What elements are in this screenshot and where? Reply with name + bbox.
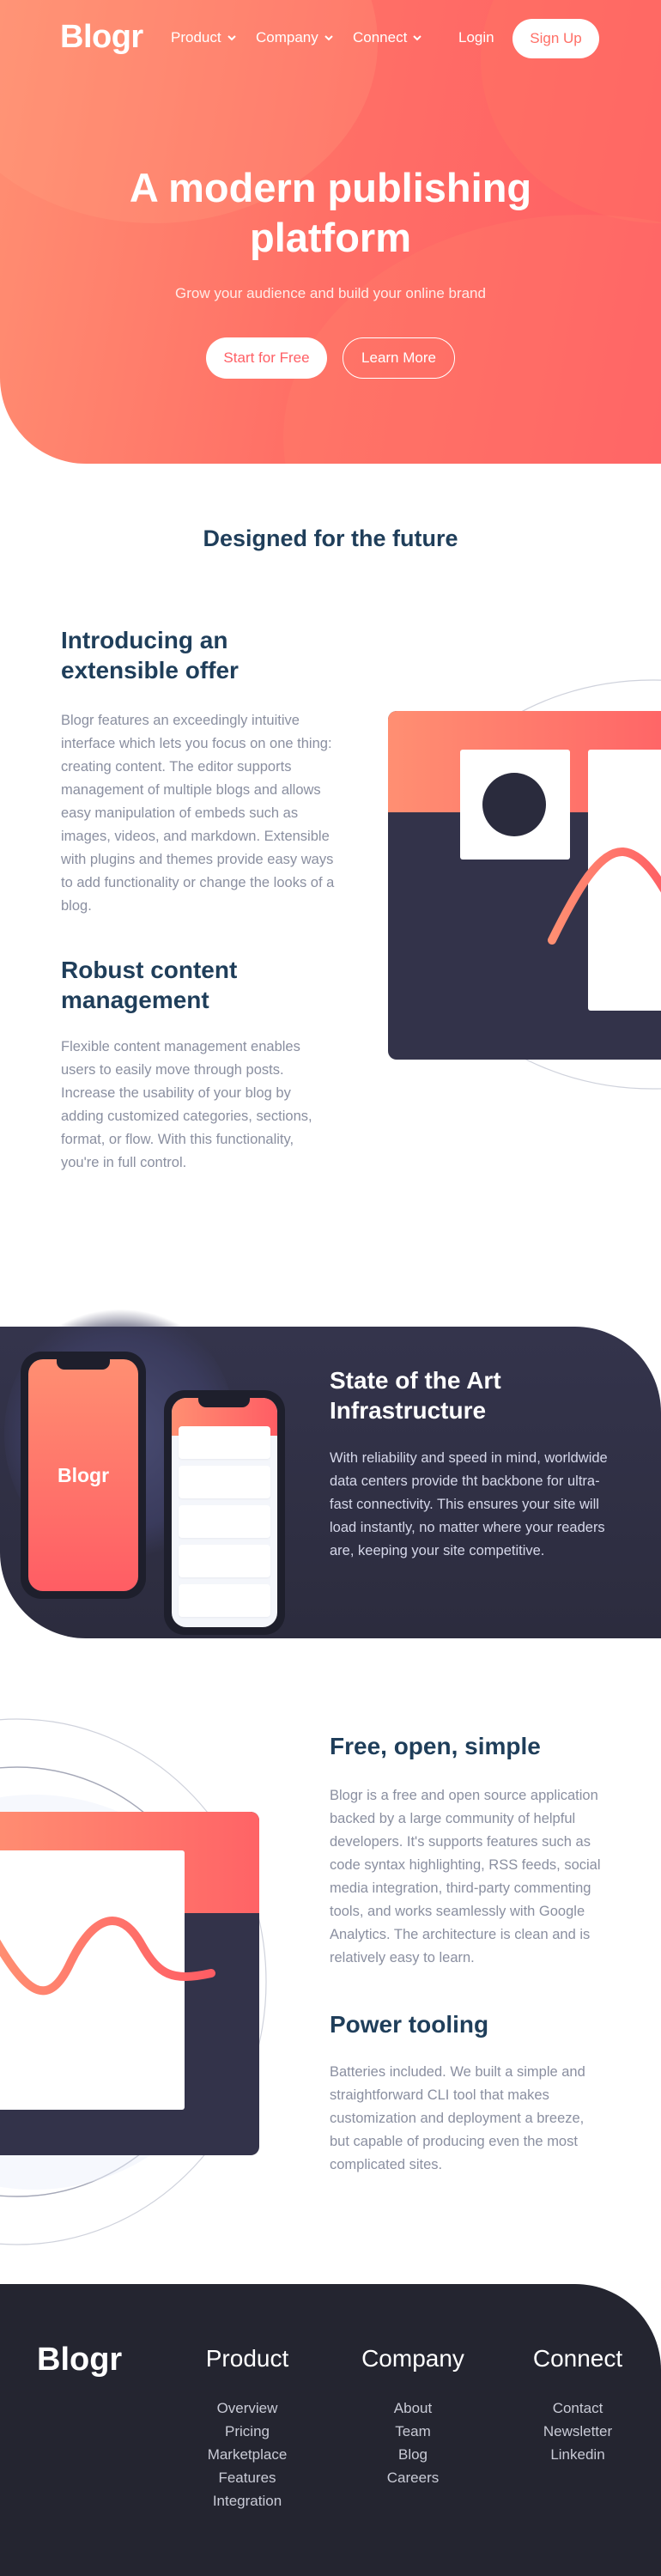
footer-logo[interactable]: Blogr xyxy=(37,2342,122,2379)
footer-link[interactable]: Linkedin xyxy=(500,2443,655,2466)
footer-column-product: Product Overview Pricing Marketplace Fea… xyxy=(170,2345,324,2512)
feature-heading-line: management xyxy=(61,987,209,1013)
nav-item-product[interactable]: Product xyxy=(171,29,237,46)
chevron-down-icon xyxy=(413,35,422,41)
phone-notch xyxy=(57,1359,110,1370)
nav-item-label: Company xyxy=(256,29,318,46)
login-link[interactable]: Login xyxy=(458,29,494,46)
footer-link[interactable]: Overview xyxy=(170,2397,324,2420)
footer-link[interactable]: Careers xyxy=(336,2466,490,2489)
hero-section: Blogr Product Company Connect Login Sign… xyxy=(0,0,661,464)
learn-more-button[interactable]: Learn More xyxy=(343,337,455,379)
phone-notch xyxy=(198,1398,250,1407)
phone-mockup-front: Blogr xyxy=(21,1352,146,1599)
phone-card xyxy=(179,1505,270,1538)
main-nav: Blogr Product Company Connect Login Sign… xyxy=(0,0,661,77)
footer: Blogr Product Overview Pricing Marketpla… xyxy=(0,2284,661,2576)
footer-link[interactable]: Team xyxy=(336,2420,490,2443)
nav-item-label: Connect xyxy=(353,29,408,46)
hero-title: A modern publishing platform xyxy=(0,163,661,263)
phone-card xyxy=(179,1545,270,1577)
infrastructure-heading-line: Infrastructure xyxy=(330,1397,487,1424)
laptop-illustration-graphic xyxy=(0,1718,267,2245)
footer-column-title: Connect xyxy=(532,2345,623,2372)
signup-button[interactable]: Sign Up xyxy=(512,19,599,58)
feature-text: Batteries included. We built a simple an… xyxy=(330,2064,585,2172)
feature-heading: Power tooling xyxy=(330,2011,489,2038)
footer-link[interactable]: Marketplace xyxy=(170,2443,324,2466)
nav-item-company[interactable]: Company xyxy=(256,29,334,46)
feature-text: Flexible content management enables user… xyxy=(61,1039,312,1170)
footer-link[interactable]: Contact xyxy=(500,2397,655,2420)
section-title: Designed for the future xyxy=(203,526,458,551)
phone-screen: Blogr xyxy=(28,1359,138,1591)
feature-heading: Introducing an extensible offer xyxy=(61,625,344,685)
feature-heading-line: Robust content xyxy=(61,957,238,983)
footer-link[interactable]: About xyxy=(336,2397,490,2420)
nav-item-label: Product xyxy=(171,29,221,46)
phone-mockup-back xyxy=(164,1390,285,1635)
footer-column-title: Product xyxy=(205,2345,289,2372)
footer-column-company: Company About Team Blog Careers xyxy=(336,2345,490,2489)
feature-heading: Robust content management xyxy=(61,955,344,1015)
footer-link[interactable]: Pricing xyxy=(170,2420,324,2443)
feature-heading: Free, open, simple xyxy=(330,1733,541,1759)
phone-logo: Blogr xyxy=(57,1463,110,1486)
footer-link[interactable]: Features xyxy=(170,2466,324,2489)
footer-column-connect: Connect Contact Newsletter Linkedin xyxy=(500,2345,655,2466)
phone-card xyxy=(179,1466,270,1498)
feature-heading-line: Introducing an xyxy=(61,627,228,653)
start-free-button[interactable]: Start for Free xyxy=(206,337,327,379)
laptop-illustration xyxy=(0,1709,309,2258)
footer-link[interactable]: Newsletter xyxy=(500,2420,655,2443)
infrastructure-section: Blogr State of the Art Infrastructure Wi… xyxy=(0,1305,661,1638)
feature-text: Blogr features an exceedingly intuitive … xyxy=(61,713,335,914)
phone-card xyxy=(179,1584,270,1617)
footer-link[interactable]: Integration xyxy=(170,2489,324,2512)
infrastructure-heading: State of the Art Infrastructure xyxy=(330,1365,613,1425)
chevron-down-icon xyxy=(324,35,333,41)
feature-heading-line: extensible offer xyxy=(61,657,239,683)
hero-title-line: platform xyxy=(250,215,411,260)
chevron-down-icon xyxy=(227,35,236,41)
footer-column-title: Company xyxy=(361,2345,464,2372)
phone-card xyxy=(179,1426,270,1459)
logo[interactable]: Blogr xyxy=(60,19,143,56)
editor-illustration-graphic xyxy=(388,679,661,1090)
feature-text: Blogr is a free and open source applicat… xyxy=(330,1788,601,1965)
footer-link[interactable]: Blog xyxy=(336,2443,490,2466)
hero-title-line: A modern publishing xyxy=(129,165,532,210)
infrastructure-heading-line: State of the Art xyxy=(330,1367,501,1394)
infrastructure-text: With reliability and speed in mind, worl… xyxy=(330,1450,608,1558)
editor-illustration xyxy=(369,618,661,1151)
phone-screen xyxy=(172,1398,277,1627)
nav-item-connect[interactable]: Connect xyxy=(353,29,422,46)
hero-subtitle: Grow your audience and build your online… xyxy=(175,285,486,301)
